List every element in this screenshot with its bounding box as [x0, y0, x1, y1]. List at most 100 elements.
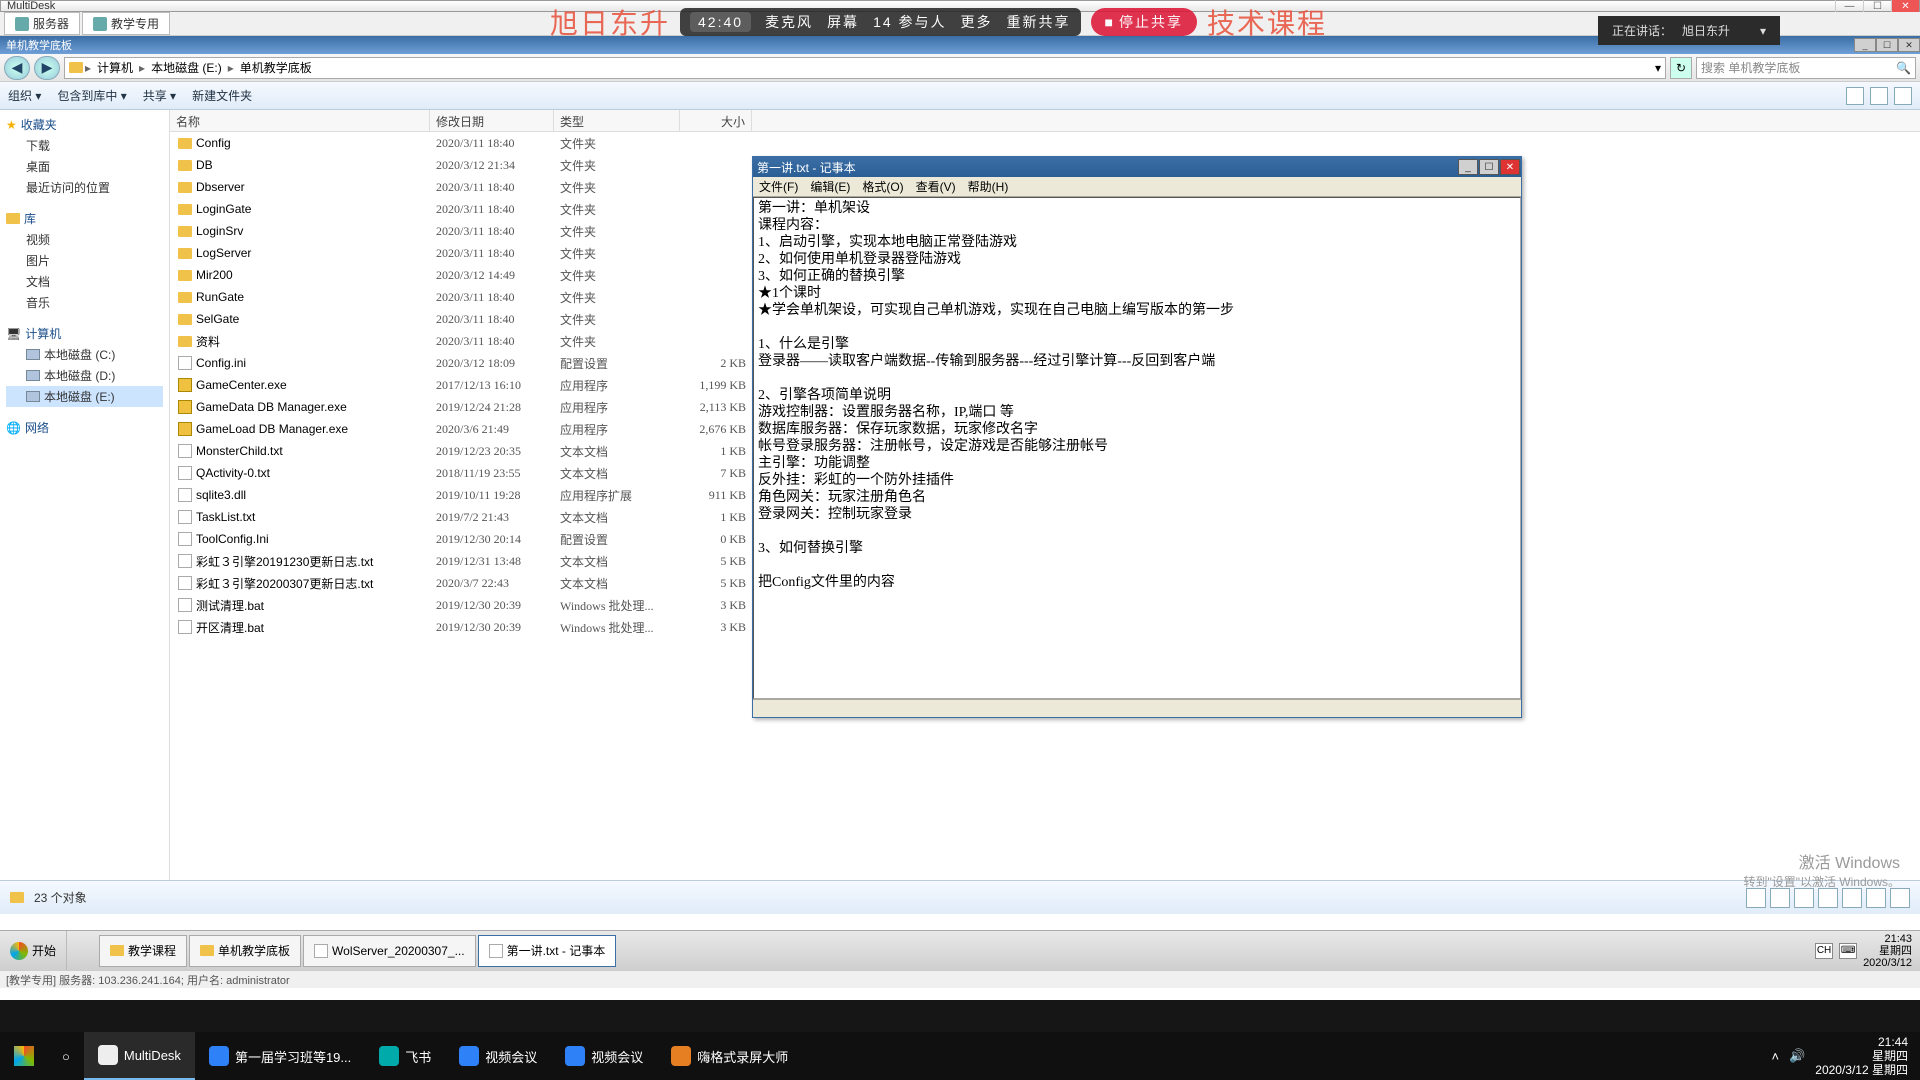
server-icon: [15, 17, 29, 31]
folder-icon: [178, 182, 192, 193]
tab-teaching[interactable]: 教学专用: [82, 12, 170, 35]
folder-icon: [178, 314, 192, 325]
remote-session: 单机教学底板 _ ☐ ✕ ◀ ▶ ▸ 计算机▸ 本地磁盘 (E:)▸ 单机教学底…: [0, 36, 1920, 1000]
nav-recent[interactable]: 最近访问的位置: [6, 177, 163, 198]
host-app[interactable]: MultiDesk: [84, 1032, 195, 1080]
nav-pane: ★收藏夹 下载 桌面 最近访问的位置 库 视频 图片 文档 音乐 🖥计算机 本地…: [0, 110, 170, 890]
column-headers[interactable]: 名称 修改日期 类型 大小: [170, 110, 1920, 132]
sr7[interactable]: [1890, 888, 1910, 908]
back-button[interactable]: ◀: [4, 56, 30, 80]
host-app[interactable]: 飞书: [365, 1032, 445, 1080]
taskbar-item[interactable]: 教学课程: [99, 935, 187, 967]
breadcrumb[interactable]: ▸ 计算机▸ 本地磁盘 (E:)▸ 单机教学底板 ▾: [64, 57, 1666, 79]
host-search[interactable]: ○: [48, 1032, 84, 1080]
explorer-statusbar: 23 个对象: [0, 880, 1920, 914]
folder-icon: [178, 160, 192, 171]
nav-desktop[interactable]: 桌面: [6, 156, 163, 177]
nav-drive-d[interactable]: 本地磁盘 (D:): [6, 365, 163, 386]
windows-icon: [10, 942, 28, 960]
sr2[interactable]: [1770, 888, 1790, 908]
multidesk-title: MultiDesk: [7, 0, 55, 12]
sr4[interactable]: [1818, 888, 1838, 908]
file-icon: [178, 444, 192, 458]
file-row[interactable]: Config2020/3/11 18:40文件夹: [170, 132, 1920, 154]
max-button[interactable]: ☐: [1863, 0, 1891, 12]
view-button[interactable]: [1846, 87, 1864, 105]
np-close[interactable]: ✕: [1500, 159, 1520, 175]
explorer-toolbar: 组织 ▾ 包含到库中 ▾ 共享 ▾ 新建文件夹: [0, 82, 1920, 110]
explorer-title: 单机教学底板: [6, 37, 72, 53]
inner-close[interactable]: ✕: [1898, 38, 1920, 52]
search-input[interactable]: 搜索 单机教学底板🔍: [1696, 57, 1916, 79]
close-button[interactable]: ✕: [1891, 0, 1919, 12]
host-app[interactable]: 视频会议: [551, 1032, 657, 1080]
explorer-nav: ◀ ▶ ▸ 计算机▸ 本地磁盘 (E:)▸ 单机教学底板 ▾ ↻ 搜索 单机教学…: [0, 54, 1920, 82]
connection-status: [教学专用] 服务器: 103.236.241.164; 用户名: admini…: [0, 970, 1920, 988]
nav-videos[interactable]: 视频: [6, 229, 163, 250]
multidesk-titlebar: MultiDesk — ☐ ✕: [0, 0, 1920, 12]
sr3[interactable]: [1794, 888, 1814, 908]
nav-music[interactable]: 音乐: [6, 292, 163, 313]
exe-icon: [178, 400, 192, 414]
sr1[interactable]: [1746, 888, 1766, 908]
host-clock[interactable]: 21:44 星期四 2020/3/12 星期四: [1815, 1035, 1908, 1077]
folder-icon: [178, 138, 192, 149]
host-app[interactable]: 视频会议: [445, 1032, 551, 1080]
file-icon: [178, 620, 192, 634]
nav-documents[interactable]: 文档: [6, 271, 163, 292]
share-menu[interactable]: 共享 ▾: [143, 87, 176, 104]
taskbar-item-active[interactable]: 第一讲.txt - 记事本: [478, 935, 617, 967]
file-icon: [178, 576, 192, 590]
tray-volume-icon[interactable]: 🔊: [1789, 1048, 1805, 1064]
folder-icon: [178, 270, 192, 281]
host-start[interactable]: [0, 1032, 48, 1080]
monitor-icon: [93, 17, 107, 31]
notepad-menu: 文件(F) 编辑(E) 格式(O) 查看(V) 帮助(H): [753, 177, 1521, 197]
nav-pictures[interactable]: 图片: [6, 250, 163, 271]
remote-taskbar: 开始 教学课程 单机教学底板 WolServer_20200307_... 第一…: [0, 930, 1920, 970]
exe-icon: [178, 378, 192, 392]
sr6[interactable]: [1866, 888, 1886, 908]
nav-downloads[interactable]: 下载: [6, 135, 163, 156]
file-icon: [178, 598, 192, 612]
refresh-button[interactable]: ↻: [1670, 57, 1692, 79]
tray-up-icon[interactable]: ˄: [1771, 1049, 1779, 1064]
lang-indicator[interactable]: CH: [1815, 943, 1833, 959]
forward-button[interactable]: ▶: [34, 56, 60, 80]
min-button[interactable]: —: [1835, 0, 1863, 12]
scrollbar-h[interactable]: [753, 699, 1521, 716]
help-button[interactable]: [1894, 87, 1912, 105]
ime-icon[interactable]: ⌨: [1839, 943, 1857, 959]
np-max[interactable]: ☐: [1479, 159, 1499, 175]
file-icon: [178, 554, 192, 568]
host-taskbar: ○ MultiDesk 第一届学习班等19... 飞书 视频会议 视频会议 嗨格…: [0, 1032, 1920, 1080]
np-min[interactable]: _: [1458, 159, 1478, 175]
taskbar-item[interactable]: 单机教学底板: [189, 935, 301, 967]
start-button[interactable]: 开始: [0, 931, 67, 971]
remote-clock[interactable]: 21:43 星期四 2020/3/12: [1863, 933, 1912, 969]
host-app[interactable]: 第一届学习班等19...: [195, 1032, 365, 1080]
preview-button[interactable]: [1870, 87, 1888, 105]
folder-icon: [10, 892, 24, 903]
file-icon: [178, 356, 192, 370]
file-icon: [178, 488, 192, 502]
notepad-titlebar[interactable]: 第一讲.txt - 记事本 _ ☐ ✕: [753, 157, 1521, 177]
file-icon: [178, 532, 192, 546]
folder-icon: [69, 62, 83, 73]
nav-drive-c[interactable]: 本地磁盘 (C:): [6, 344, 163, 365]
host-app[interactable]: 嗨格式录屏大师: [657, 1032, 802, 1080]
notepad-content[interactable]: 第一讲：单机架设 课程内容： 1、启动引擎，实现本地电脑正常登陆游戏 2、如何使…: [753, 197, 1521, 699]
inner-min[interactable]: _: [1854, 38, 1876, 52]
nav-drive-e[interactable]: 本地磁盘 (E:): [6, 386, 163, 407]
tab-servers[interactable]: 服务器: [4, 12, 80, 35]
notepad-window[interactable]: 第一讲.txt - 记事本 _ ☐ ✕ 文件(F) 编辑(E) 格式(O) 查看…: [752, 156, 1522, 718]
taskbar-item[interactable]: WolServer_20200307_...: [303, 935, 476, 967]
inner-max[interactable]: ☐: [1876, 38, 1898, 52]
search-icon: 🔍: [1896, 61, 1911, 75]
newfolder-button[interactable]: 新建文件夹: [192, 87, 252, 104]
organize-menu[interactable]: 组织 ▾: [8, 87, 41, 104]
file-icon: [178, 466, 192, 480]
sr5[interactable]: [1842, 888, 1862, 908]
include-menu[interactable]: 包含到库中 ▾: [57, 87, 126, 104]
folder-icon: [178, 204, 192, 215]
